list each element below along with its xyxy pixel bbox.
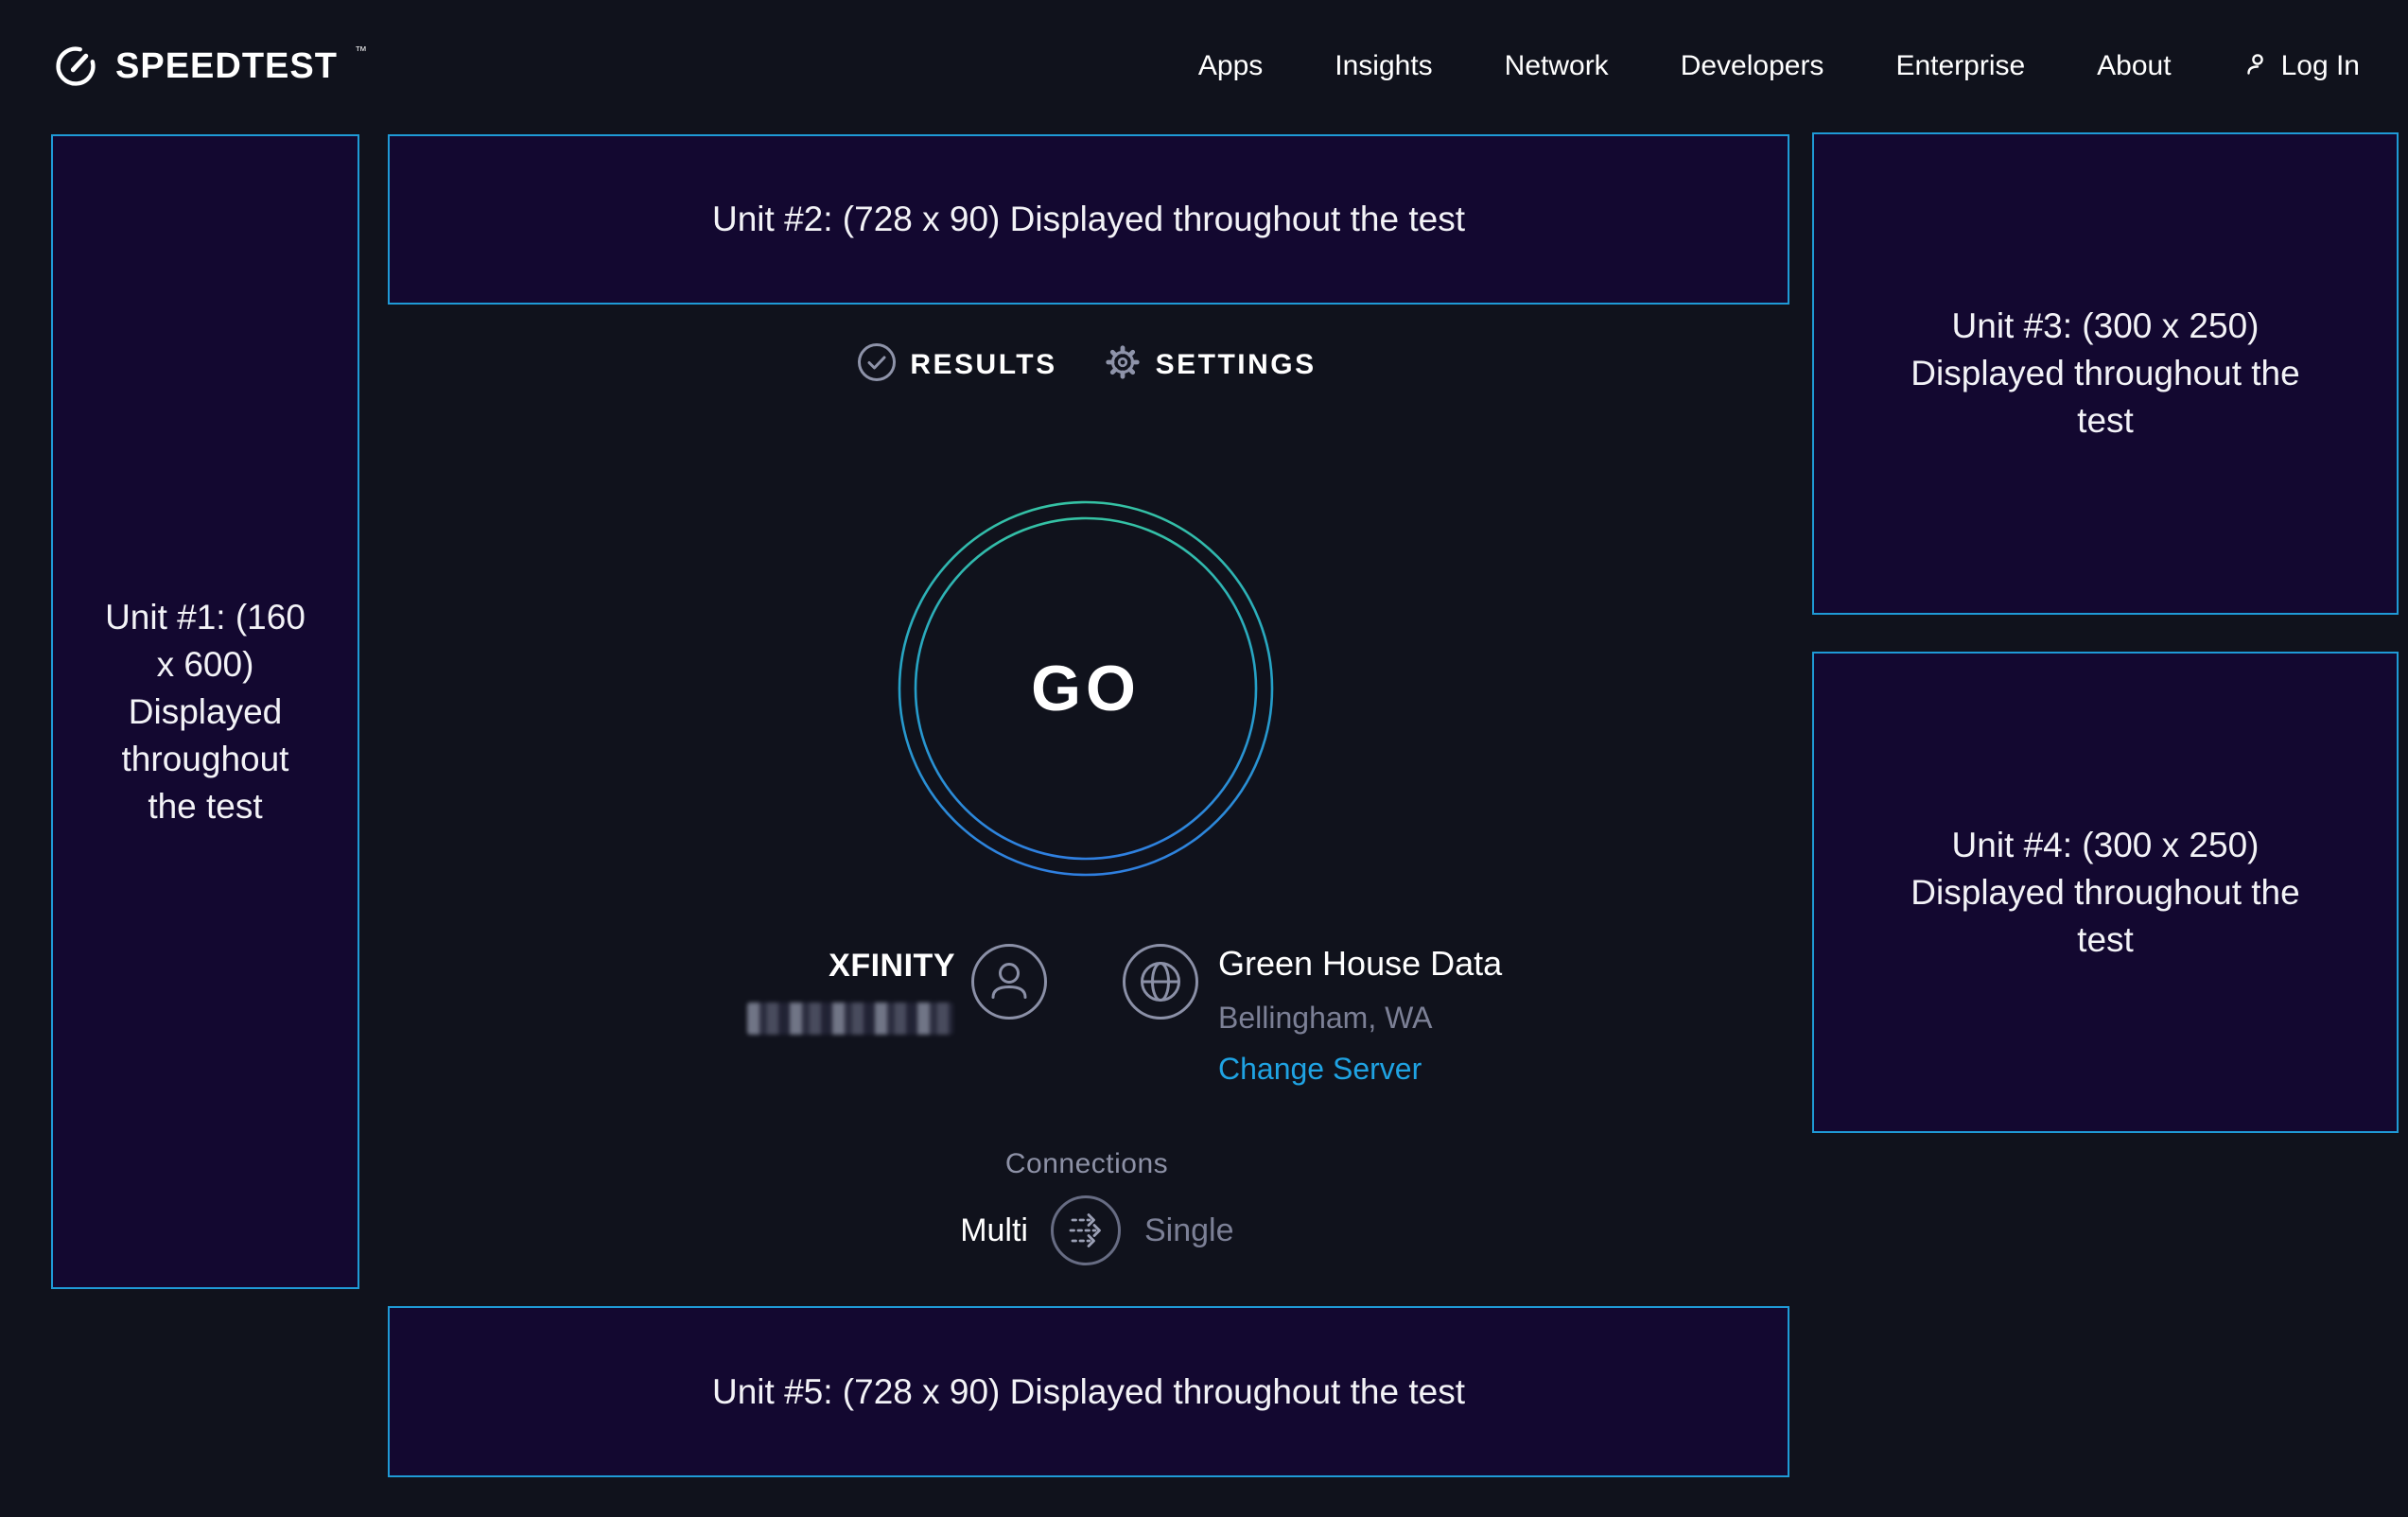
- nav-item-enterprise[interactable]: Enterprise: [1895, 47, 2025, 85]
- nav-item-insights[interactable]: Insights: [1335, 47, 1432, 85]
- tab-results[interactable]: RESULTS: [857, 342, 1056, 387]
- user-icon: [2243, 50, 2272, 83]
- ad-unit-1-label: Unit #1: (160 x 600) Displayed throughou…: [96, 594, 314, 830]
- ad-unit-4[interactable]: Unit #4: (300 x 250) Displayed throughou…: [1812, 652, 2399, 1133]
- nav-item-about[interactable]: About: [2097, 47, 2171, 85]
- ad-unit-1[interactable]: Unit #1: (160 x 600) Displayed throughou…: [51, 134, 359, 1289]
- server-globe-icon: [1122, 943, 1199, 1025]
- change-server-link[interactable]: Change Server: [1218, 1050, 1502, 1088]
- main-nav: Apps Insights Network Developers Enterpr…: [1198, 47, 2360, 85]
- connections-label: Connections: [388, 1146, 1786, 1182]
- ad-unit-4-label: Unit #4: (300 x 250) Displayed throughou…: [1907, 822, 2304, 964]
- speedtest-logo[interactable]: SPEEDTEST ™: [51, 42, 367, 96]
- connections-multi-option[interactable]: Multi: [960, 1208, 1028, 1253]
- nav-item-apps[interactable]: Apps: [1198, 47, 1263, 85]
- view-tabs: RESULTS: [388, 342, 1786, 387]
- server-location: Bellingham, WA: [1218, 999, 1502, 1037]
- ad-unit-3[interactable]: Unit #3: (300 x 250) Displayed throughou…: [1812, 132, 2399, 615]
- provider-name: XFINITY: [829, 945, 955, 986]
- ad-unit-2[interactable]: Unit #2: (728 x 90) Displayed throughout…: [388, 134, 1789, 305]
- go-button-label: GO: [897, 499, 1275, 878]
- speedtest-page: SPEEDTEST ™ Apps Insights Network Develo…: [0, 0, 2408, 1517]
- tab-settings-label: SETTINGS: [1156, 349, 1317, 381]
- nav-item-developers[interactable]: Developers: [1681, 47, 1824, 85]
- ad-unit-3-label: Unit #3: (300 x 250) Displayed throughou…: [1907, 303, 2304, 445]
- ad-unit-5-label: Unit #5: (728 x 90) Displayed throughout…: [712, 1369, 1465, 1416]
- gear-icon: [1103, 342, 1143, 387]
- server-name: Green House Data: [1218, 942, 1502, 985]
- login-button[interactable]: Log In: [2243, 47, 2360, 85]
- provider-user-icon: [970, 943, 1048, 1025]
- provider-id-redacted: [747, 1003, 953, 1035]
- connections-toggle-icon[interactable]: [1050, 1194, 1122, 1271]
- server-info: Green House Data Bellingham, WA Change S…: [1218, 942, 1502, 1088]
- login-label: Log In: [2281, 47, 2360, 85]
- ad-unit-2-label: Unit #2: (728 x 90) Displayed throughout…: [712, 196, 1465, 243]
- ad-unit-5[interactable]: Unit #5: (728 x 90) Displayed throughout…: [388, 1306, 1789, 1477]
- go-button[interactable]: GO: [897, 499, 1275, 878]
- check-circle-icon: [857, 342, 897, 387]
- logo-wordmark: SPEEDTEST: [115, 42, 338, 91]
- gauge-icon: [51, 42, 100, 96]
- connections-single-option[interactable]: Single: [1144, 1208, 1234, 1253]
- tab-results-label: RESULTS: [910, 349, 1056, 381]
- tab-settings[interactable]: SETTINGS: [1103, 342, 1317, 387]
- logo-trademark: ™: [355, 42, 367, 61]
- nav-item-network[interactable]: Network: [1505, 47, 1609, 85]
